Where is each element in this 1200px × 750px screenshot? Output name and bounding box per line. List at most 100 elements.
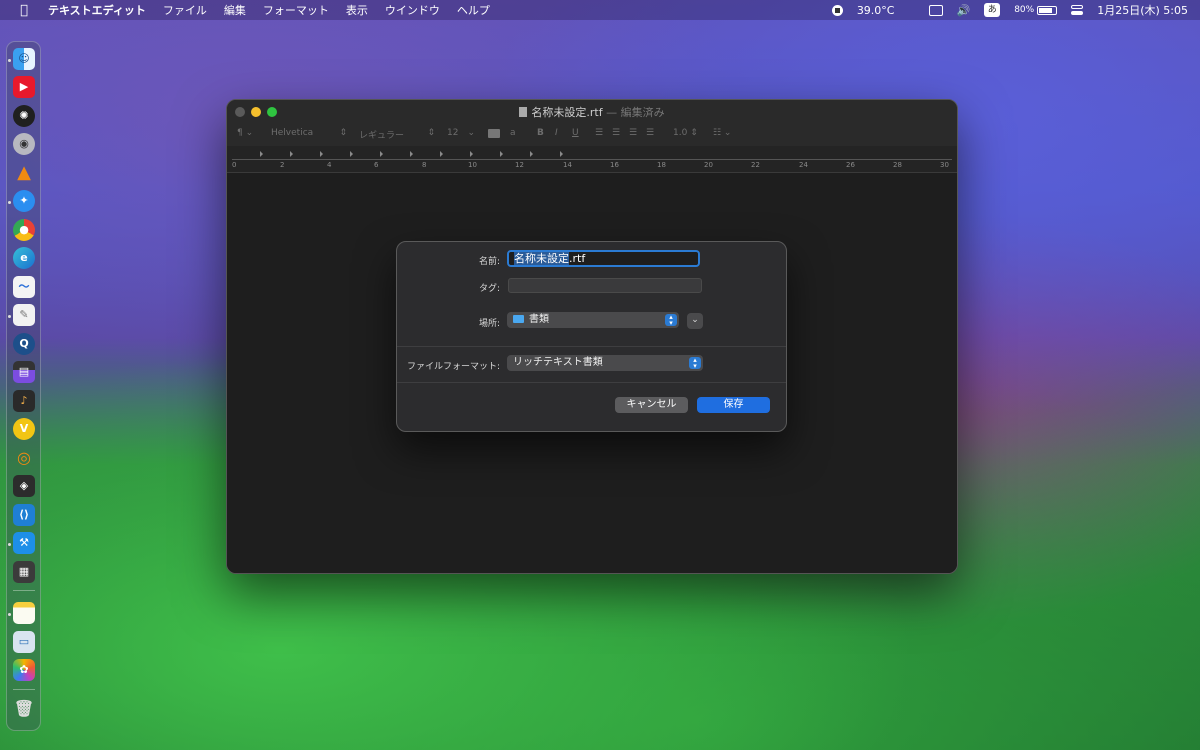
text-color-swatch[interactable] (488, 129, 500, 138)
file-format-label: ファイルフォーマット: (406, 362, 500, 372)
chrome-icon[interactable]: ● (13, 219, 35, 241)
calculator-icon[interactable]: ▦ (13, 561, 35, 583)
menu-format[interactable]: フォーマット (263, 2, 329, 18)
dock: ☺ ▶ ✺ ◉ ▲ ✦ ● e ～ ✎ Q ▤ ♪ V ◎ ◈ ⟨⟩ ⚒ ▦ ▭… (6, 41, 41, 731)
file-name-extension: .rtf (569, 252, 586, 265)
highlight-color-icon[interactable]: a (510, 128, 516, 138)
font-style-value: レギュラー (359, 131, 405, 141)
quicktime-icon[interactable]: Q (13, 333, 35, 355)
logic-icon[interactable]: ♪ (13, 390, 35, 412)
vscode-icon[interactable]: ⟨⟩ (13, 504, 35, 526)
format-toolbar: ¶ ⌄ Helvetica ⇕ レギュラー ⇕ 12 ⌄ a B I U ☰ ☰ ☰ … (227, 122, 957, 146)
font-family-menu[interactable]: Helvetica ⇕ (271, 128, 347, 138)
notes-icon[interactable] (13, 602, 35, 624)
cancel-button[interactable]: キャンセル (615, 397, 688, 413)
ruler-number: 18 (657, 161, 666, 169)
vectorize-icon[interactable]: V (13, 418, 35, 440)
document-icon (519, 107, 528, 117)
expand-dialog-button[interactable]: ⌄ (687, 313, 703, 329)
font-style-menu[interactable]: レギュラー ⇕ (359, 128, 435, 141)
name-label: 名前: (478, 257, 500, 267)
ruler-number: 20 (704, 161, 713, 169)
control-center-icon[interactable] (1071, 5, 1084, 15)
file-name-selected: 名称未設定 (514, 252, 569, 265)
font-size-menu[interactable]: 12 ⌄ (447, 128, 475, 138)
ruler-number: 2 (280, 161, 285, 169)
input-method-icon[interactable]: あ (984, 3, 1001, 17)
align-left-icon[interactable]: ☰ (595, 128, 603, 138)
font-family-value: Helvetica (271, 128, 314, 138)
volume-icon[interactable]: 🔊 (957, 4, 971, 17)
clock[interactable]: 1月25日(木) 5:05 (1097, 2, 1188, 18)
safari-icon[interactable]: ✦ (13, 190, 35, 212)
location-popup[interactable]: 書類 ▴ ▾ (507, 312, 679, 328)
ruler-number: 12 (515, 161, 524, 169)
record-icon[interactable] (831, 4, 843, 16)
menu-file[interactable]: ファイル (163, 2, 207, 18)
apple-menu-icon[interactable]:  (17, 3, 31, 18)
file-format-value: リッチテキスト書類 (513, 357, 603, 368)
display-icon[interactable] (928, 4, 943, 16)
window-title-status: — 編集済み (606, 106, 665, 119)
textedit-icon[interactable]: ✎ (13, 304, 35, 326)
menu-view[interactable]: 表示 (346, 2, 368, 18)
preview-icon[interactable]: ▭ (13, 631, 35, 653)
menu-edit[interactable]: 編集 (224, 2, 246, 18)
popup-stepper-icon: ▴ ▾ (665, 314, 677, 327)
ruler-number: 10 (468, 161, 477, 169)
list-style-icon[interactable]: ☷ ⌄ (713, 128, 731, 138)
popup-stepper-icon: ▴ ▾ (689, 357, 701, 370)
line-spacing-menu[interactable]: 1.0 ⇕ (673, 128, 698, 138)
final-cut-icon[interactable]: ▤ (13, 361, 35, 383)
file-name-field[interactable]: 名称未設定.rtf (507, 250, 700, 267)
ruler-number: 4 (327, 161, 332, 169)
unity-icon[interactable]: ◈ (13, 475, 35, 497)
bold-button[interactable]: B (537, 128, 544, 138)
podcast-icon[interactable]: ◉ (13, 133, 35, 155)
ruler-number: 0 (232, 161, 237, 169)
paragraph-style-menu[interactable]: ¶ ⌄ (237, 128, 253, 138)
edge-icon[interactable]: e (13, 247, 35, 269)
location-label: 場所: (478, 319, 500, 329)
save-dialog: 名前: 名称未設定.rtf タグ: 場所: 書類 ▴ ▾ ⌄ ファイルフォーマット… (396, 241, 787, 432)
vlc-icon[interactable]: ▲ (13, 162, 35, 184)
title-bar: 名称未設定.rtf — 編集済み (227, 100, 957, 122)
ruler-number: 16 (610, 161, 619, 169)
align-right-icon[interactable]: ☰ (629, 128, 637, 138)
xcode-icon[interactable]: ⚒ (13, 532, 35, 554)
font-size-value: 12 (447, 128, 459, 138)
file-format-popup[interactable]: リッチテキスト書類 ▴ ▾ (507, 355, 703, 371)
tags-label: タグ: (478, 284, 500, 294)
window-title: 名称未設定.rtf — 編集済み (227, 104, 957, 120)
underline-button[interactable]: U (572, 128, 579, 138)
temperature-status[interactable]: 39.0°C (857, 4, 895, 17)
ruler-number: 24 (799, 161, 808, 169)
ruler-number: 6 (374, 161, 379, 169)
ruler-number: 26 (846, 161, 855, 169)
italic-button[interactable]: I (555, 128, 558, 138)
menu-help[interactable]: ヘルプ (457, 2, 490, 18)
freeform-icon[interactable]: ～ (13, 276, 35, 298)
location-value: 書類 (529, 314, 549, 325)
battery-status[interactable]: 80% (1014, 5, 1058, 15)
ruler[interactable]: 0 2 4 6 8 10 12 14 16 18 20 22 24 26 28 … (227, 146, 957, 173)
finder-icon[interactable]: ☺ (13, 48, 35, 70)
chatgpt-icon[interactable]: ✺ (13, 105, 35, 127)
trash-icon[interactable]: 🗑 (13, 698, 35, 720)
align-justify-icon[interactable]: ☰ (646, 128, 654, 138)
align-center-icon[interactable]: ☰ (612, 128, 620, 138)
save-button[interactable]: 保存 (697, 397, 770, 413)
menu-bar:  テキストエディット ファイル 編集 フォーマット 表示 ウインドウ ヘルプ … (0, 0, 1200, 20)
ruler-number: 30 (940, 161, 949, 169)
window-title-text: 名称未設定.rtf (531, 106, 603, 119)
ruler-number: 14 (563, 161, 572, 169)
youtube-icon[interactable]: ▶ (13, 76, 35, 98)
ruler-number: 22 (751, 161, 760, 169)
photos-icon[interactable]: ✿ (13, 659, 35, 681)
menu-app-name[interactable]: テキストエディット (48, 2, 146, 18)
menu-window[interactable]: ウインドウ (385, 2, 440, 18)
blender-icon[interactable]: ◎ (13, 447, 35, 469)
paragraph-label: ¶ (237, 128, 243, 138)
ruler-number: 8 (422, 161, 427, 169)
tags-field[interactable] (508, 278, 702, 293)
